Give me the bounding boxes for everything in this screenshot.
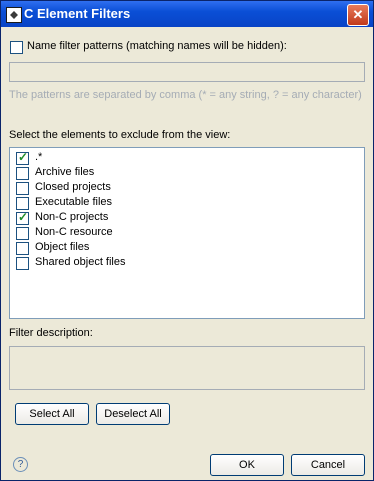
list-item-checkbox[interactable] <box>16 242 29 255</box>
list-item[interactable]: Executable files <box>10 195 364 210</box>
elements-heading: Select the elements to exclude from the … <box>9 129 231 141</box>
dialog-window: C Element Filters ✕ Name filter patterns… <box>0 0 374 481</box>
elements-list[interactable]: .* Archive files Closed projects Executa… <box>9 147 365 319</box>
window-title: C Element Filters <box>24 6 131 21</box>
list-item[interactable]: Non-C resource <box>10 225 364 240</box>
list-item-checkbox[interactable] <box>16 257 29 270</box>
list-item-label: Non-C resource <box>35 226 113 238</box>
deselect-all-button[interactable]: Deselect All <box>96 403 170 425</box>
ok-button[interactable]: OK <box>210 454 284 476</box>
list-item[interactable]: Non-C projects <box>10 210 364 225</box>
name-filter-checkbox[interactable] <box>10 41 23 54</box>
description-heading: Filter description: <box>9 327 93 339</box>
list-item-checkbox[interactable] <box>16 182 29 195</box>
list-item-label: Non-C projects <box>35 211 109 223</box>
help-icon[interactable]: ? <box>13 457 28 472</box>
list-item-label: Shared object files <box>35 256 126 268</box>
list-item[interactable]: Object files <box>10 240 364 255</box>
list-item-checkbox[interactable] <box>16 210 29 225</box>
list-item-label: .* <box>35 151 43 163</box>
list-item[interactable]: Shared object files <box>10 255 364 270</box>
list-item-label: Closed projects <box>35 181 111 193</box>
list-item-checkbox[interactable] <box>16 167 29 180</box>
app-icon <box>6 7 22 23</box>
list-item-label: Executable files <box>35 196 113 208</box>
name-filter-label: Name filter patterns (matching names wil… <box>27 40 287 52</box>
description-field[interactable] <box>9 346 365 390</box>
list-item[interactable]: .* <box>10 150 364 165</box>
close-button[interactable]: ✕ <box>347 4 369 26</box>
list-item-checkbox[interactable] <box>16 150 29 165</box>
pattern-hint: The patterns are separated by comma (* =… <box>9 89 362 101</box>
list-item[interactable]: Closed projects <box>10 180 364 195</box>
list-item-label: Archive files <box>35 166 95 178</box>
list-item-checkbox[interactable] <box>16 227 29 240</box>
pattern-input[interactable] <box>9 62 365 82</box>
list-item-checkbox[interactable] <box>16 197 29 210</box>
list-item[interactable]: Archive files <box>10 165 364 180</box>
list-item-label: Object files <box>35 241 90 253</box>
title-bar: C Element Filters ✕ <box>1 1 373 27</box>
select-all-button[interactable]: Select All <box>15 403 89 425</box>
cancel-button[interactable]: Cancel <box>291 454 365 476</box>
